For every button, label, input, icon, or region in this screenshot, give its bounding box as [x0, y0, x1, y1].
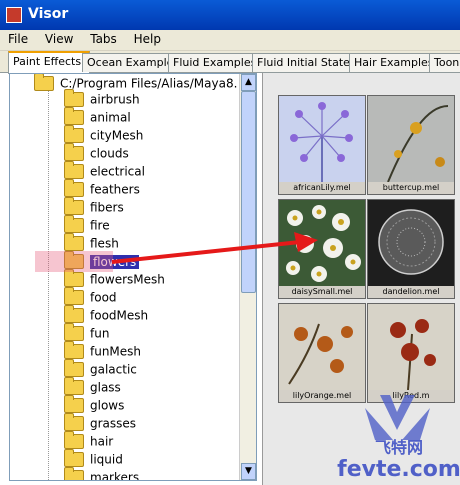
- scrollbar-thumb[interactable]: [241, 91, 256, 293]
- menu-view[interactable]: View: [40, 30, 78, 48]
- tree-item-label: glows: [90, 398, 125, 413]
- tree-item-label: flesh: [90, 236, 119, 251]
- watermark-text-url: fevte.com: [337, 457, 460, 482]
- thumbnail-label: dandelion.mel: [368, 286, 454, 298]
- tree-item-airbrush[interactable]: airbrush: [64, 89, 140, 110]
- folder-icon: [64, 305, 84, 323]
- tree-item-label: airbrush: [90, 92, 140, 107]
- scroll-down-icon[interactable]: ▼: [241, 463, 256, 480]
- tree-item-funmesh[interactable]: funMesh: [64, 341, 142, 362]
- dandelion-image: [368, 200, 454, 286]
- tree-scrollbar[interactable]: ▲ ▼: [239, 74, 256, 480]
- folder-icon: [64, 233, 84, 251]
- folder-icon: [64, 395, 84, 413]
- folder-icon: [64, 161, 84, 179]
- tree-item-electrical[interactable]: electrical: [64, 161, 145, 182]
- window-title: Visor: [28, 6, 69, 22]
- folder-icon: [64, 377, 84, 395]
- tree-connector-line: [48, 88, 49, 480]
- tree-item-label: liquid: [90, 452, 123, 467]
- tree-item-label: funMesh: [90, 344, 142, 359]
- tree-item-label: glass: [90, 380, 121, 395]
- folder-icon: [64, 197, 84, 215]
- lily-red-image: [368, 304, 454, 390]
- folder-icon: [64, 269, 84, 287]
- tree-item-flowersmesh[interactable]: flowersMesh: [64, 269, 165, 290]
- menu-bar: File View Tabs Help: [0, 30, 460, 51]
- folder-icon: [64, 359, 84, 377]
- menu-tabs[interactable]: Tabs: [85, 30, 122, 48]
- tree-item-flowers[interactable]: flowers: [64, 251, 140, 272]
- folder-icon: [64, 179, 84, 197]
- african-lily-image: [279, 96, 365, 182]
- folder-icon: [64, 215, 84, 233]
- tree-item-label: foodMesh: [90, 308, 149, 323]
- tree-item-markers[interactable]: markers: [64, 467, 140, 481]
- folder-open-icon: [34, 74, 54, 91]
- tree-item-label: feathers: [90, 182, 140, 197]
- thumbnail-african-lily[interactable]: africanLily.mel: [278, 95, 366, 195]
- menu-help[interactable]: Help: [129, 30, 166, 48]
- tab-paint-effects[interactable]: Paint Effects: [8, 51, 90, 74]
- tab-fluid-initial-states[interactable]: Fluid Initial States: [252, 53, 357, 72]
- thumbnail-label: buttercup.mel: [368, 182, 454, 194]
- folder-icon: [64, 287, 84, 305]
- thumbnail-lily-orange[interactable]: lilyOrange.mel: [278, 303, 366, 403]
- folder-icon: [64, 323, 84, 341]
- tree-item-galactic[interactable]: galactic: [64, 359, 137, 380]
- watermark-logo: 飞特网 fevte.com: [337, 395, 460, 482]
- thumbnail-buttercup[interactable]: buttercup.mel: [367, 95, 455, 195]
- daisy-small-image: [279, 200, 365, 286]
- tree-item-label: fibers: [90, 200, 124, 215]
- tree-item-label: markers: [90, 470, 140, 481]
- title-bar: Visor: [0, 0, 460, 30]
- tree-root-label: C:/Program Files/Alias/Maya8.: [60, 76, 238, 91]
- watermark-text-cn: 飞特网: [375, 438, 423, 457]
- tree-item-grasses[interactable]: grasses: [64, 413, 137, 434]
- lily-orange-image: [279, 304, 365, 390]
- tab-toon[interactable]: Toon: [429, 53, 460, 72]
- tree-item-label: fun: [90, 326, 110, 341]
- folder-icon: [64, 89, 84, 107]
- app-icon: [6, 7, 22, 23]
- folder-icon: [64, 143, 84, 161]
- tree-item-animal[interactable]: animal: [64, 107, 131, 128]
- folder-icon: [64, 107, 84, 125]
- tree-item-label: grasses: [90, 416, 137, 431]
- tree-item-label: hair: [90, 434, 114, 449]
- tree-item-label: flowersMesh: [90, 272, 165, 287]
- tree-item-feathers[interactable]: feathers: [64, 179, 140, 200]
- thumbnail-dandelion[interactable]: dandelion.mel: [367, 199, 455, 299]
- tab-ocean-examples[interactable]: Ocean Examples: [82, 53, 179, 72]
- thumbnail-label: daisySmall.mel: [279, 286, 365, 298]
- folder-icon: [64, 449, 84, 467]
- folder-icon: [64, 467, 84, 480]
- tree-item-label: fire: [90, 218, 110, 233]
- scroll-up-icon[interactable]: ▲: [241, 74, 256, 91]
- folder-icon: [64, 413, 84, 431]
- thumbnail-daisy-small[interactable]: daisySmall.mel: [278, 199, 366, 299]
- tree-item-foodmesh[interactable]: foodMesh: [64, 305, 149, 326]
- tree-item-label: cityMesh: [90, 128, 144, 143]
- tree-item-label: flowers: [90, 254, 140, 269]
- thumbnail-lily-red[interactable]: lilyRed.m: [367, 303, 455, 403]
- tree-item-label: animal: [90, 110, 131, 125]
- menu-file[interactable]: File: [3, 30, 33, 48]
- tab-fluid-examples[interactable]: Fluid Examples: [168, 53, 260, 72]
- tab-hair-examples[interactable]: Hair Examples: [349, 53, 437, 72]
- tab-bar: Paint Effects Ocean Examples Fluid Examp…: [0, 51, 460, 74]
- folder-icon: [64, 251, 84, 269]
- tree-item-label: food: [90, 290, 117, 305]
- buttercup-image: [368, 96, 454, 182]
- thumbnail-label: africanLily.mel: [279, 182, 365, 194]
- tree-item-label: galactic: [90, 362, 137, 377]
- tree-item-label: clouds: [90, 146, 129, 161]
- folder-tree[interactable]: C:/Program Files/Alias/Maya8. airbrush a…: [9, 73, 257, 481]
- folder-icon: [64, 341, 84, 359]
- tree-item-citymesh[interactable]: cityMesh: [64, 125, 144, 146]
- folder-icon: [64, 125, 84, 143]
- tree-item-label: electrical: [90, 164, 145, 179]
- folder-icon: [64, 431, 84, 449]
